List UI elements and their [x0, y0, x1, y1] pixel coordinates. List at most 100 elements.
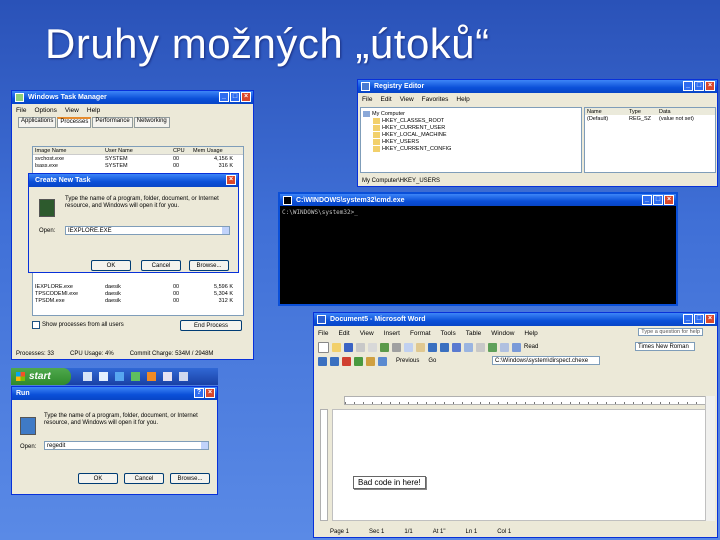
open-input[interactable]: IEXPLORE.EXE	[65, 226, 230, 235]
spelling-icon[interactable]	[380, 342, 389, 352]
help-search-box[interactable]: Type a question for help	[638, 328, 703, 336]
task-manager-titlebar[interactable]: Windows Task Manager _ □ ×	[12, 91, 253, 104]
create-task-titlebar[interactable]: Create New Task ×	[29, 174, 238, 187]
zoom-icon[interactable]	[500, 342, 509, 352]
close-icon[interactable]: ×	[705, 314, 715, 324]
column-image-name[interactable]: Image Name	[33, 148, 105, 154]
column-type[interactable]: Type	[629, 109, 659, 115]
maximize-icon[interactable]: □	[694, 314, 704, 324]
paste-icon[interactable]	[416, 342, 425, 352]
registry-values[interactable]: Name Type Data (Default) REG_SZ (value n…	[584, 107, 716, 173]
quick-launch-app-icon[interactable]	[179, 372, 188, 381]
tab-performance[interactable]: Performance	[92, 117, 133, 128]
menu-edit[interactable]: Edit	[338, 330, 349, 337]
tab-networking[interactable]: Networking	[133, 117, 170, 128]
cmd-titlebar[interactable]: C:\WINDOWS\system32\cmd.exe _ □ ×	[280, 194, 676, 206]
tree-item-hklm[interactable]: HKEY_LOCAL_MACHINE	[363, 131, 579, 138]
drawing-icon[interactable]	[488, 342, 497, 352]
address-input[interactable]: C:\Windows\system\dirspect.chexe	[492, 356, 600, 365]
column-mem-usage[interactable]: Mem Usage	[193, 148, 233, 154]
tree-item-my-computer[interactable]: My Computer	[363, 110, 579, 117]
cmd-prompt[interactable]: C:\WINDOWS\system32>_	[280, 206, 676, 219]
menu-favorites[interactable]: Favorites	[422, 96, 449, 103]
forward-icon[interactable]	[330, 356, 339, 366]
menu-edit[interactable]: Edit	[380, 96, 391, 103]
cancel-button[interactable]: Cancel	[124, 473, 164, 484]
maximize-icon[interactable]: □	[694, 81, 704, 91]
tree-item-hkcc[interactable]: HKEY_CURRENT_CONFIG	[363, 145, 579, 152]
end-process-button[interactable]: End Process	[180, 320, 242, 331]
document-page[interactable]: Bad code in here!	[332, 409, 707, 521]
menu-tools[interactable]: Tools	[441, 330, 456, 337]
menu-view[interactable]: View	[400, 96, 414, 103]
menu-options[interactable]: Options	[34, 107, 56, 114]
menu-file[interactable]: File	[362, 96, 372, 103]
registry-tree[interactable]: My Computer HKEY_CLASSES_ROOT HKEY_CURRE…	[360, 107, 582, 173]
save-icon[interactable]	[344, 342, 353, 352]
table-row[interactable]: TPSDM.exe daesik 00 312 K	[33, 297, 243, 304]
columns-icon[interactable]	[476, 342, 485, 352]
minimize-icon[interactable]: _	[683, 81, 693, 91]
tree-item-hkcr[interactable]: HKEY_CLASSES_ROOT	[363, 117, 579, 124]
dropdown-arrow-icon[interactable]	[222, 227, 229, 234]
font-select[interactable]: Times New Roman	[635, 342, 695, 351]
open-icon[interactable]	[332, 342, 341, 352]
cut-icon[interactable]	[392, 342, 401, 352]
minimize-icon[interactable]: _	[642, 195, 652, 205]
maximize-icon[interactable]: □	[230, 92, 240, 102]
quick-launch-help-icon[interactable]	[147, 372, 156, 381]
minimize-icon[interactable]: _	[219, 92, 229, 102]
quick-launch-desktop-icon[interactable]	[163, 372, 172, 381]
column-name[interactable]: Name	[585, 109, 629, 115]
browse-button[interactable]: Browse...	[189, 260, 229, 271]
quick-launch-folder-icon[interactable]	[131, 372, 140, 381]
table-row[interactable]: IEXPLORE.exe daesik 00 5,596 K	[33, 283, 243, 290]
close-icon[interactable]: ×	[664, 195, 674, 205]
menu-file[interactable]: File	[16, 107, 26, 114]
quick-launch-media-icon[interactable]	[115, 372, 124, 381]
show-all-checkbox[interactable]: Show processes from all users	[32, 321, 124, 329]
go-button[interactable]: Go	[428, 358, 436, 364]
close-icon[interactable]: ×	[241, 92, 251, 102]
tab-applications[interactable]: Applications	[18, 117, 57, 128]
back-icon[interactable]	[318, 356, 327, 366]
vertical-scrollbar[interactable]	[705, 396, 715, 521]
table-row[interactable]: TPSCODEMI.exe daesik 00 5,304 K	[33, 290, 243, 297]
copy-icon[interactable]	[404, 342, 413, 352]
close-icon[interactable]: ×	[205, 388, 215, 398]
tree-item-hkcu[interactable]: HKEY_CURRENT_USER	[363, 124, 579, 131]
ok-button[interactable]: OK	[91, 260, 131, 271]
table-icon[interactable]	[464, 342, 473, 352]
menu-view[interactable]: View	[360, 330, 374, 337]
help-icon[interactable]: ?	[194, 388, 204, 398]
ruler[interactable]	[344, 396, 711, 405]
menu-format[interactable]: Format	[410, 330, 431, 337]
browse-button[interactable]: Browse...	[170, 473, 210, 484]
menu-help[interactable]: Help	[87, 107, 100, 114]
menu-window[interactable]: Window	[491, 330, 514, 337]
search-web-icon[interactable]	[378, 356, 387, 366]
redo-icon[interactable]	[440, 342, 449, 352]
refresh-icon[interactable]	[354, 356, 363, 366]
undo-icon[interactable]	[428, 342, 437, 352]
preview-icon[interactable]	[368, 342, 377, 352]
column-cpu[interactable]: CPU	[173, 148, 193, 154]
cancel-button[interactable]: Cancel	[141, 260, 181, 271]
print-icon[interactable]	[356, 342, 365, 352]
close-icon[interactable]: ×	[705, 81, 715, 91]
table-row[interactable]: svchost.exe SYSTEM 00 4,156 K	[33, 155, 243, 162]
new-doc-icon[interactable]	[318, 341, 329, 353]
read-button[interactable]: Read	[524, 344, 538, 350]
stop-icon[interactable]	[342, 356, 351, 366]
open-input[interactable]: regedit	[44, 441, 209, 450]
tree-item-hku[interactable]: HKEY_USERS	[363, 138, 579, 145]
close-icon[interactable]: ×	[226, 175, 236, 185]
column-data[interactable]: Data	[659, 109, 714, 115]
maximize-icon[interactable]: □	[653, 195, 663, 205]
quick-launch-browser-icon[interactable]	[99, 372, 108, 381]
menu-table[interactable]: Table	[466, 330, 482, 337]
favorites-button[interactable]: Previous	[396, 358, 419, 364]
registry-titlebar[interactable]: Registry Editor _ □ ×	[358, 80, 717, 93]
run-titlebar[interactable]: Run ? ×	[12, 387, 217, 400]
word-titlebar[interactable]: Document5 - Microsoft Word _ □ ×	[314, 313, 717, 326]
